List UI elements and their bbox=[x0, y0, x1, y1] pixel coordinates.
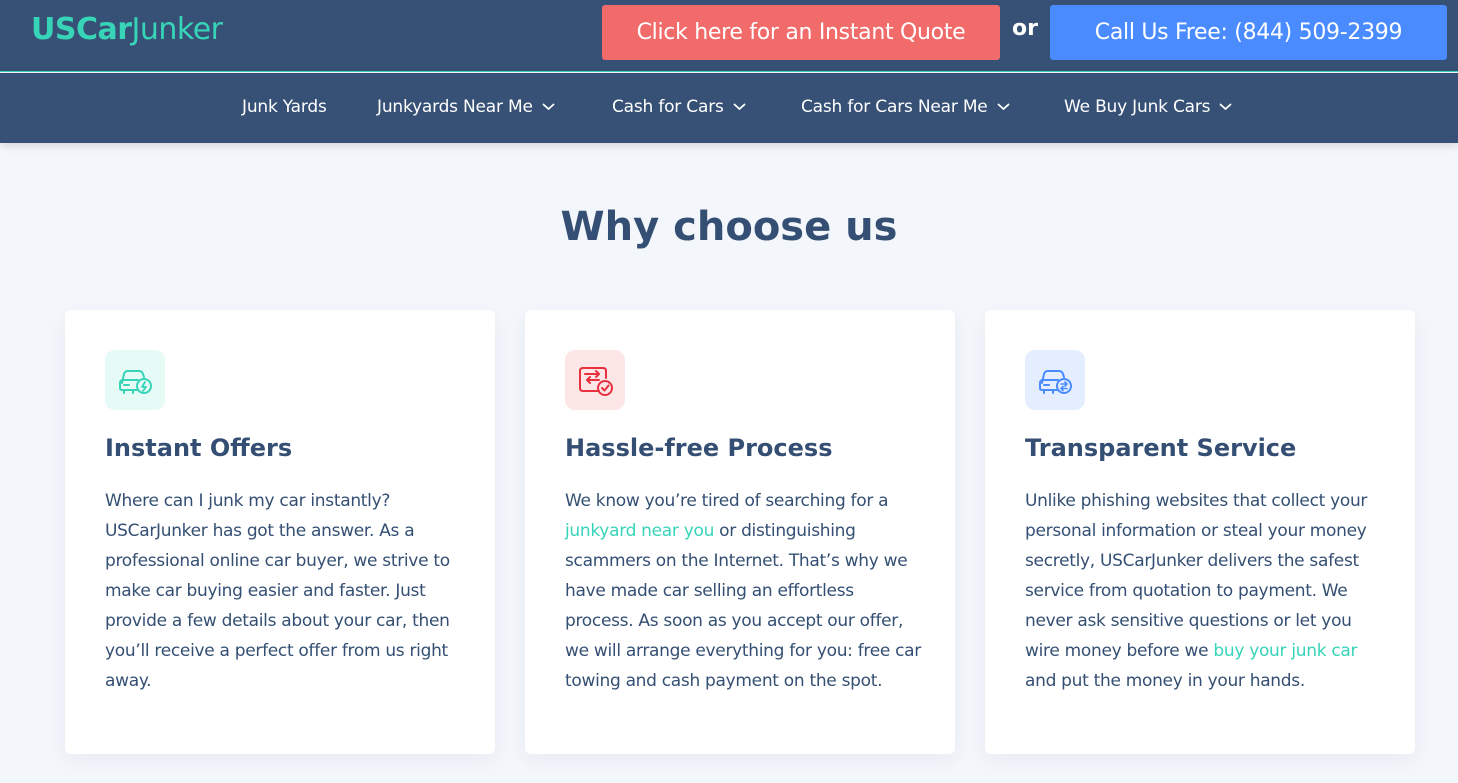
nav-item-label: Junk Yards bbox=[242, 97, 327, 117]
chevron-down-icon bbox=[733, 103, 746, 111]
top-header: USCarJunker Click here for an Instant Qu… bbox=[0, 0, 1458, 72]
car-exchange-icon bbox=[1025, 350, 1085, 410]
nav-item-we-buy-junk-cars[interactable]: We Buy Junk Cars bbox=[1064, 97, 1232, 117]
nav-item-cash-for-cars-near-me[interactable]: Cash for Cars Near Me bbox=[801, 97, 1010, 117]
card-body-text: or distinguishing scammers on the Intern… bbox=[565, 521, 921, 691]
buy-your-junk-car-link[interactable]: buy your junk car bbox=[1213, 641, 1357, 661]
card-body-text: and put the money in your hands. bbox=[1025, 671, 1305, 691]
section-title: Why choose us bbox=[560, 204, 898, 250]
main-nav: Junk Yards Junkyards Near Me Cash for Ca… bbox=[0, 73, 1458, 143]
chevron-down-icon bbox=[542, 103, 555, 111]
nav-item-label: Cash for Cars Near Me bbox=[801, 97, 988, 117]
or-separator: or bbox=[1012, 16, 1038, 41]
card-body: Where can I junk my car instantly? USCar… bbox=[105, 486, 465, 696]
chevron-down-icon bbox=[1219, 103, 1232, 111]
instant-quote-button[interactable]: Click here for an Instant Quote bbox=[602, 5, 1000, 60]
nav-item-junk-yards[interactable]: Junk Yards bbox=[242, 97, 327, 117]
card-body-text: We know you’re tired of searching for a bbox=[565, 491, 889, 511]
card-title: Instant Offers bbox=[105, 434, 293, 462]
feature-card-instant-offers: Instant Offers Where can I junk my car i… bbox=[65, 310, 495, 754]
card-exchange-check-icon bbox=[565, 350, 625, 410]
card-body-text: Unlike phishing websites that collect yo… bbox=[1025, 491, 1368, 661]
card-title: Hassle-free Process bbox=[565, 434, 833, 462]
site-logo[interactable]: USCarJunker bbox=[31, 12, 223, 47]
card-body: Unlike phishing websites that collect yo… bbox=[1025, 486, 1385, 696]
chevron-down-icon bbox=[997, 103, 1010, 111]
call-us-button[interactable]: Call Us Free: (844) 509-2399 bbox=[1050, 5, 1447, 60]
logo-bold-text: USCar bbox=[31, 12, 132, 47]
nav-item-junkyards-near-me[interactable]: Junkyards Near Me bbox=[377, 97, 555, 117]
nav-item-label: Junkyards Near Me bbox=[377, 97, 533, 117]
car-lightning-icon bbox=[105, 350, 165, 410]
nav-item-label: We Buy Junk Cars bbox=[1064, 97, 1211, 117]
logo-light-text: Junker bbox=[131, 12, 223, 47]
feature-card-hassle-free: Hassle-free Process We know you’re tired… bbox=[525, 310, 955, 754]
junkyard-near-you-link[interactable]: junkyard near you bbox=[565, 521, 714, 541]
card-body-text: Where can I junk my car instantly? USCar… bbox=[105, 491, 450, 691]
card-body: We know you’re tired of searching for a … bbox=[565, 486, 925, 696]
nav-item-cash-for-cars[interactable]: Cash for Cars bbox=[612, 97, 746, 117]
card-title: Transparent Service bbox=[1025, 434, 1297, 462]
feature-card-transparent-service: Transparent Service Unlike phishing webs… bbox=[985, 310, 1415, 754]
nav-item-label: Cash for Cars bbox=[612, 97, 724, 117]
